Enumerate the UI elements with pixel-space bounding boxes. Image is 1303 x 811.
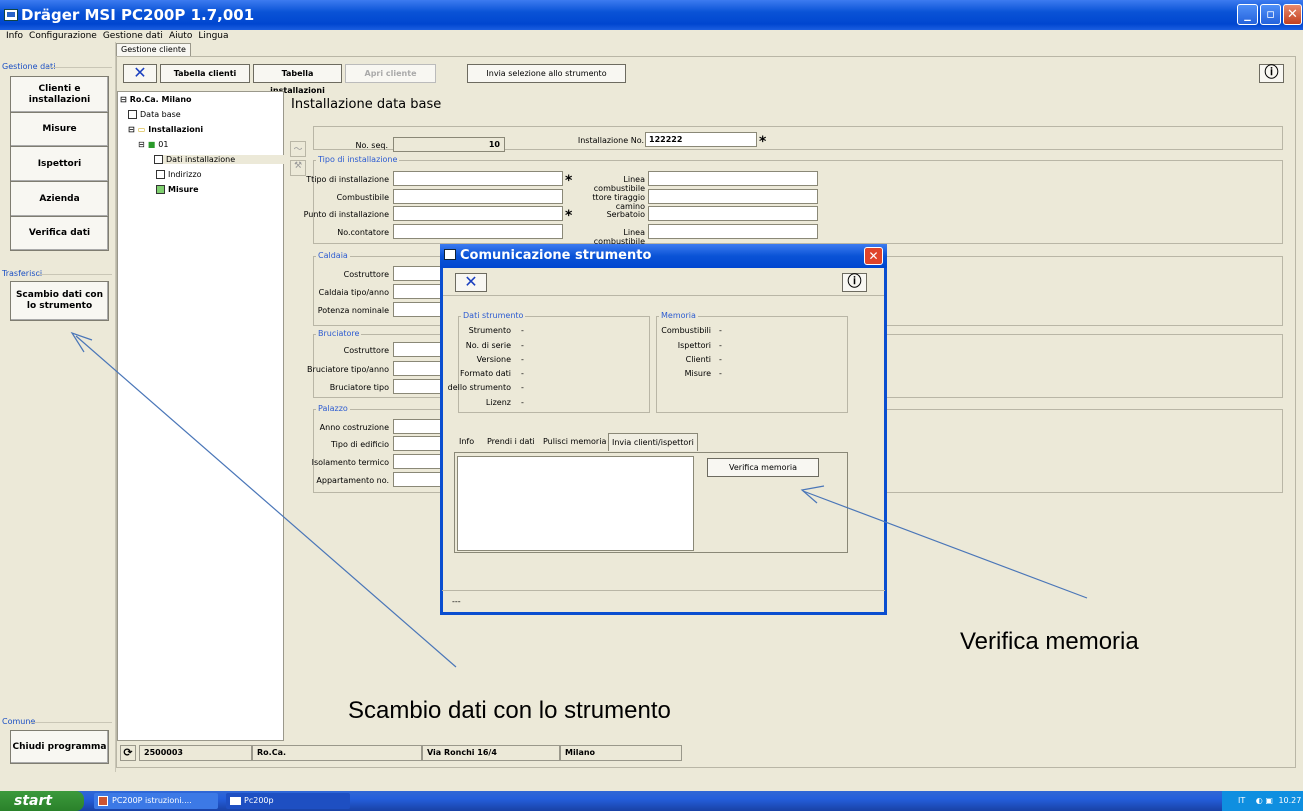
taskbar-item-pc200p[interactable]: Pc200p — [226, 793, 350, 809]
taskbar: start PC200P istruzioni.... Pc200p IT ◐ … — [0, 791, 1303, 811]
lang-indicator[interactable]: IT — [1238, 796, 1245, 805]
annotation-verifica: Verifica memoria — [960, 628, 1139, 655]
system-tray: IT ◐ ▣ 10.27 — [1222, 791, 1303, 811]
taskbar-item-pdf[interactable]: PC200P istruzioni.... — [94, 793, 218, 809]
annotation-scambio: Scambio dati con lo strumento — [348, 697, 671, 724]
annotation-arrows — [70, 331, 1088, 668]
tray-icons[interactable]: ◐ ▣ — [1256, 796, 1273, 805]
start-button[interactable]: start — [0, 791, 84, 811]
clock: 10.27 — [1278, 796, 1302, 805]
